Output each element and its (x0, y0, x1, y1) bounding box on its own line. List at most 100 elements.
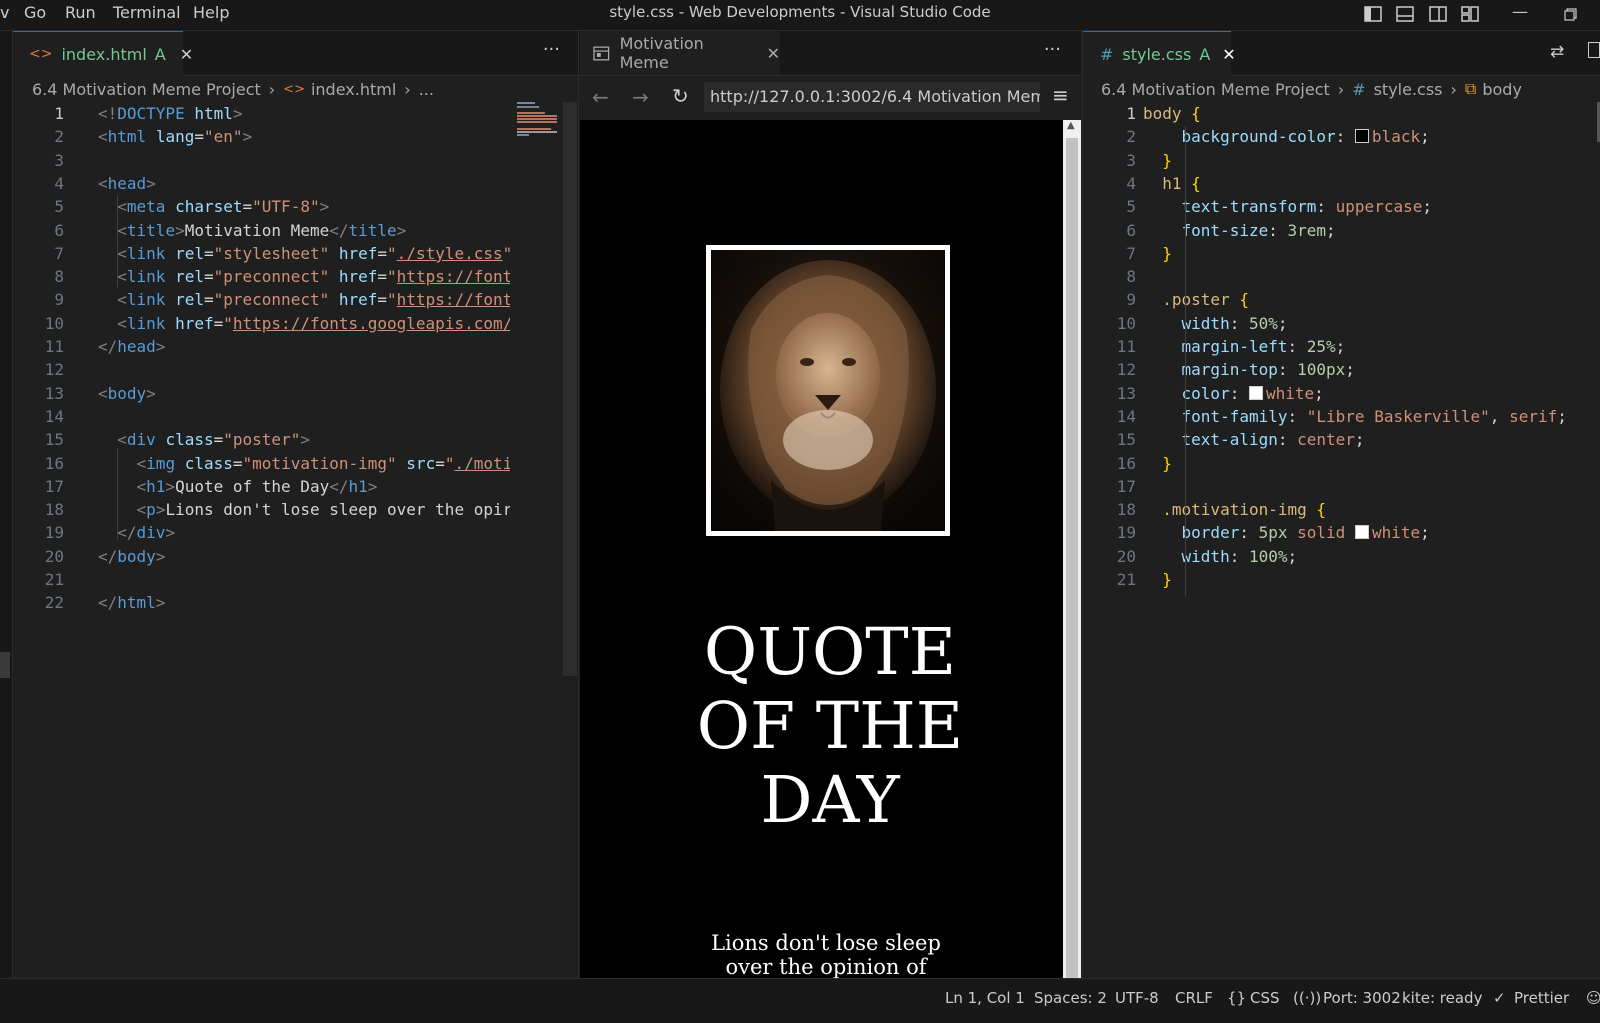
tab-motivation-meme[interactable]: Motivation Meme ✕ (580, 31, 780, 75)
menu-run[interactable]: Run (65, 3, 96, 22)
tab-badge: A (1199, 44, 1211, 64)
toggle-panel-icon[interactable] (1396, 6, 1414, 22)
line-number: 11 (1116, 337, 1136, 356)
html-file-icon: <> (283, 81, 305, 97)
accounts-icon[interactable]: ☺ (1586, 989, 1600, 1007)
prettier-status[interactable]: Prettier (1514, 989, 1569, 1007)
compare-changes-icon[interactable]: ⇄ (1550, 42, 1564, 62)
breadcrumb-symbol[interactable]: ... (419, 80, 434, 99)
forward-icon[interactable]: → (632, 85, 649, 109)
code-text: <meta charset="UTF-8"> (117, 197, 330, 217)
indentation[interactable]: Spaces: 2 (1034, 989, 1107, 1007)
line-number: 10 (44, 313, 64, 333)
menu-icon[interactable]: ≡ (1052, 83, 1069, 107)
check-icon: ✓ (1493, 989, 1506, 1007)
split-divider[interactable] (1082, 31, 1083, 978)
minimize-icon[interactable]: — (1512, 2, 1528, 21)
line-number: 21 (44, 570, 64, 589)
line-number: 8 (54, 267, 64, 287)
encoding[interactable]: UTF-8 (1115, 989, 1159, 1007)
breadcrumb-symbol[interactable]: body (1482, 80, 1522, 99)
tab-index-html[interactable]: <> index.html A ✕ (13, 31, 193, 76)
split-divider[interactable] (578, 31, 579, 978)
right-code-editor[interactable]: 1 body {2 background-color: black; 3 } 4 h1… (1092, 102, 1600, 602)
split-editor-icon[interactable] (1588, 42, 1600, 58)
breadcrumb-file[interactable]: index.html (311, 80, 396, 99)
code-text: margin-top: 100px; (1181, 360, 1355, 380)
scroll-thumb[interactable] (1066, 138, 1078, 978)
line-number: 13 (1116, 383, 1136, 403)
preview-scrollbar[interactable]: ▲ ▼ (1063, 120, 1081, 998)
breadcrumb-folder[interactable]: 6.4 Motivation Meme Project (32, 80, 261, 99)
line-number: 15 (1116, 430, 1136, 450)
line-number: 10 (1116, 313, 1136, 333)
more-actions-icon[interactable]: ··· (543, 39, 560, 60)
close-icon[interactable]: ✕ (180, 45, 193, 64)
breadcrumb-folder[interactable]: 6.4 Motivation Meme Project (1101, 80, 1330, 99)
left-code-editor[interactable]: 1 <!DOCTYPE html> 2 <html lang="en"> 3 4 <head… (20, 102, 510, 972)
line-number: 2 (54, 127, 64, 147)
chevron-right-icon: › (268, 79, 276, 99)
code-text: <head> (98, 173, 156, 193)
line-number: 6 (54, 220, 64, 240)
code-text: width: 50%; (1181, 313, 1288, 333)
url-input[interactable]: http://127.0.0.1:3002/6.4 Motivation Mem… (704, 82, 1040, 112)
breadcrumb-file[interactable]: style.css (1374, 80, 1443, 99)
chevron-right-icon: › (1450, 79, 1457, 99)
minimap[interactable] (517, 102, 561, 142)
line-number: 8 (1126, 267, 1136, 287)
tab-style-css[interactable]: # style.css A ✕ (1083, 31, 1236, 76)
line-number: 3 (1126, 150, 1136, 170)
line-number: 22 (44, 593, 64, 613)
lion-image (706, 245, 950, 536)
close-icon[interactable]: ✕ (1222, 45, 1235, 64)
menu-edge: v (0, 3, 10, 22)
line-number: 16 (44, 453, 64, 473)
line-ending[interactable]: CRLF (1175, 989, 1213, 1007)
code-text: } (1162, 453, 1172, 473)
kite-status[interactable]: kite: ready (1402, 989, 1482, 1007)
line-number: 12 (44, 360, 64, 380)
code-text: h1 { (1162, 173, 1201, 193)
live-server-port[interactable]: Port: 3002 (1323, 989, 1401, 1007)
code-text: } (1162, 570, 1172, 589)
browser-toolbar: ← → ↻ http://127.0.0.1:3002/6.4 Motivati… (580, 76, 1081, 120)
code-text: text-transform: uppercase; (1181, 197, 1432, 217)
close-icon[interactable]: ✕ (767, 44, 780, 63)
line-number: 1 (1126, 104, 1136, 123)
toggle-secondary-sidebar-icon[interactable] (1429, 6, 1447, 22)
code-text: <img class="motivation-img" src="./moti (136, 453, 510, 473)
back-icon[interactable]: ← (592, 85, 609, 109)
customize-layout-icon[interactable] (1461, 6, 1479, 22)
menu-terminal[interactable]: Terminal (113, 3, 181, 22)
menu-go[interactable]: Go (24, 3, 46, 22)
left-scrollbar[interactable] (563, 102, 577, 676)
line-number: 17 (1116, 476, 1136, 496)
line-number: 14 (1116, 406, 1136, 426)
scroll-up-icon[interactable]: ▲ (1067, 120, 1075, 131)
cursor-position[interactable]: Ln 1, Col 1 (945, 989, 1025, 1007)
code-text: width: 100%; (1181, 546, 1298, 566)
menu-help[interactable]: Help (193, 3, 229, 22)
code-text: <title>Motivation Meme</title> (117, 220, 407, 240)
line-number: 19 (1116, 523, 1136, 543)
reload-icon[interactable]: ↻ (672, 84, 689, 108)
code-text: <link rel="preconnect" href="https://fon… (117, 290, 510, 310)
restore-icon[interactable] (1564, 8, 1577, 21)
toggle-primary-sidebar-icon[interactable] (1364, 6, 1382, 22)
indent-guide (117, 448, 118, 540)
code-text: background-color: black; (1181, 127, 1430, 147)
code-text: .motivation-img { (1162, 500, 1327, 520)
line-number: 14 (44, 406, 64, 426)
line-number: 3 (54, 150, 64, 170)
code-text: </html> (98, 593, 166, 613)
code-text: </head> (98, 337, 166, 356)
more-actions-icon[interactable]: ··· (1044, 39, 1061, 60)
poster-heading: QUOTE OF THE DAY (696, 614, 964, 838)
language-mode[interactable]: CSS (1250, 989, 1280, 1007)
line-number: 17 (44, 476, 64, 496)
line-number: 12 (1116, 360, 1136, 380)
code-text: font-size: 3rem; (1181, 220, 1336, 240)
line-number: 7 (1126, 243, 1136, 263)
right-tab-bar: # style.css A ✕ ⇄ (1083, 31, 1600, 76)
